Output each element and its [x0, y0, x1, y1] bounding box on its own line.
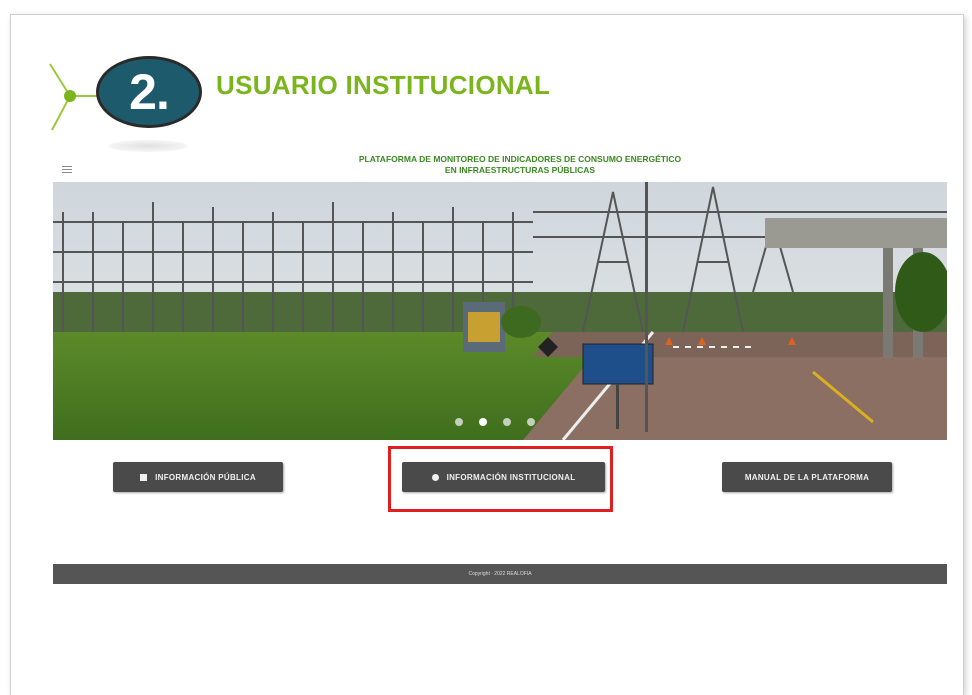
carousel-indicators [455, 418, 535, 426]
carousel-dot[interactable] [527, 418, 535, 426]
footer: Copyright · 2022 REALOFIA [53, 564, 947, 584]
platform-title: PLATAFORMA DE MONITOREO DE INDICADORES D… [300, 154, 740, 176]
public-info-button[interactable]: INFORMACIÓN PÚBLICA [113, 462, 283, 492]
highlight-box [388, 446, 613, 512]
platform-title-line1: PLATAFORMA DE MONITOREO DE INDICADORES D… [358, 154, 682, 164]
public-info-label: INFORMACIÓN PÚBLICA [155, 472, 256, 482]
carousel-dot[interactable] [455, 418, 463, 426]
substation-image [53, 182, 947, 440]
badge-shadow [108, 140, 188, 152]
hero-carousel[interactable] [53, 182, 947, 440]
step-badge: 2. [96, 56, 202, 128]
page-title: USUARIO INSTITUCIONAL [216, 70, 551, 100]
carousel-dot-active[interactable] [479, 418, 487, 426]
decorative-lines [49, 63, 98, 131]
copyright-text: Copyright · 2022 REALOFIA [468, 571, 532, 577]
platform-title-line2: EN INFRAESTRUCTURAS PÚBLICAS [444, 165, 596, 175]
step-number: 2. [129, 64, 170, 120]
carousel-dot[interactable] [503, 418, 511, 426]
manual-button[interactable]: MANUAL DE LA PLATAFORMA [722, 462, 892, 492]
document-icon [140, 473, 148, 481]
hamburger-icon[interactable] [62, 164, 72, 175]
manual-label: MANUAL DE LA PLATAFORMA [744, 472, 870, 482]
